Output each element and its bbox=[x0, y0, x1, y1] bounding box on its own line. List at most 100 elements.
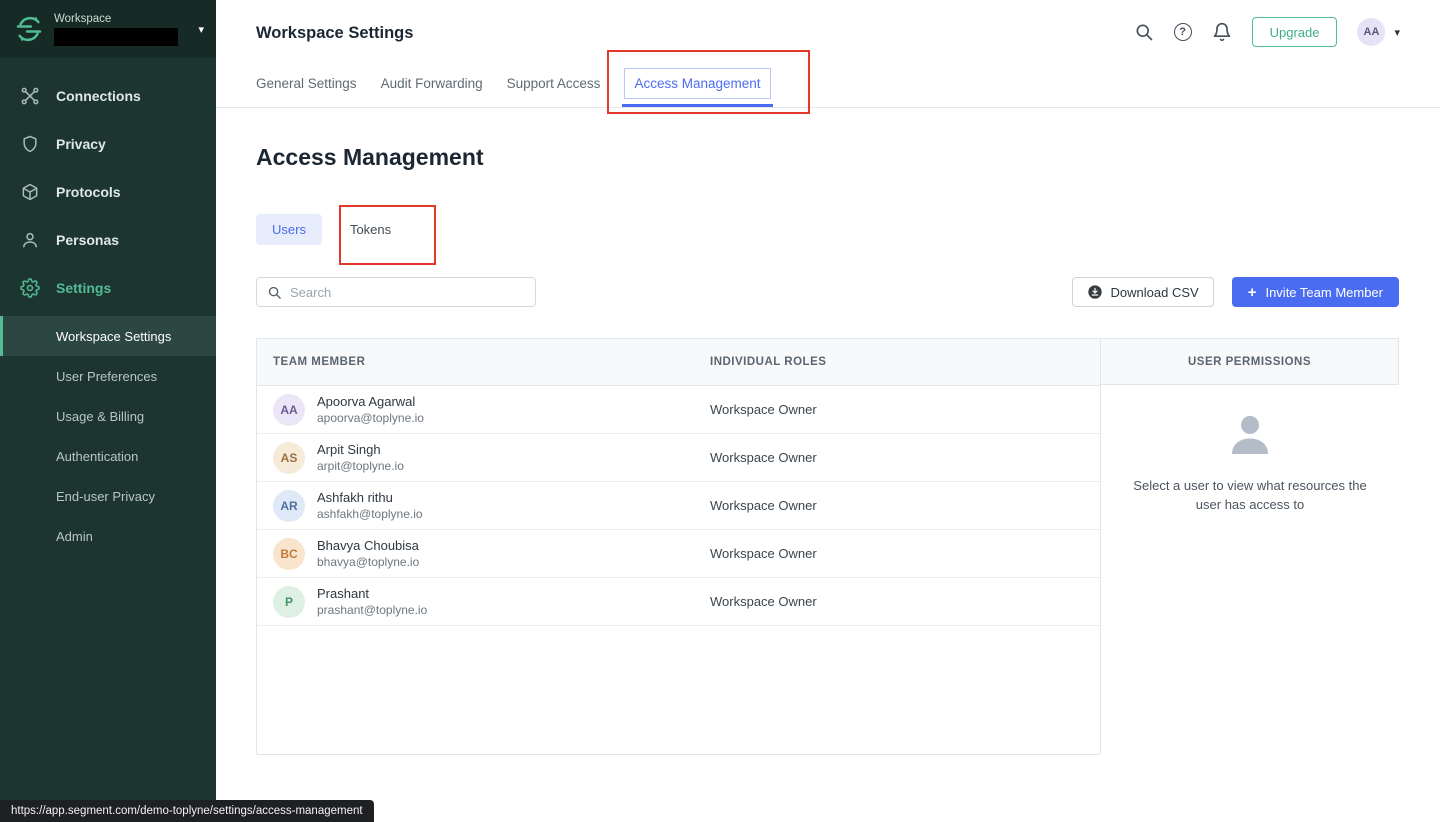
member-name: Bhavya Choubisa bbox=[317, 537, 419, 553]
sidebar-item-label: Settings bbox=[56, 280, 112, 296]
member-name: Apoorva Agarwal bbox=[317, 393, 416, 409]
member-email: arpit@toplyne.io bbox=[317, 458, 404, 473]
avatar: AA bbox=[273, 393, 305, 426]
avatar: AR bbox=[273, 489, 305, 522]
link-preview-statusbar: https://app.segment.com/demo-toplyne/set… bbox=[0, 800, 374, 822]
table-header-row: TEAM MEMBER INDIVIDUAL ROLES bbox=[257, 339, 1100, 386]
segment-logo-icon bbox=[16, 16, 42, 42]
subnav-item-label: Authentication bbox=[56, 448, 139, 464]
plus-icon: + bbox=[1247, 283, 1257, 301]
sidebar-item-label: Personas bbox=[56, 232, 120, 248]
member-role: Workspace Owner bbox=[710, 498, 817, 513]
view-tabs: Users Tokens bbox=[256, 214, 393, 245]
sidebar-item-label: Privacy bbox=[56, 136, 106, 152]
user-avatar: AA bbox=[1357, 18, 1386, 46]
workspace-switcher[interactable]: Workspace ▾ bbox=[0, 0, 216, 58]
member-role: Workspace Owner bbox=[710, 594, 817, 609]
avatar: BC bbox=[273, 537, 305, 570]
invite-label: Invite Team Member bbox=[1265, 284, 1383, 300]
workspace-name-redacted bbox=[54, 28, 178, 46]
user-permissions-header: USER PERMISSIONS bbox=[1101, 338, 1399, 385]
gear-icon bbox=[20, 278, 40, 298]
member-role: Workspace Owner bbox=[710, 546, 817, 561]
member-email: bhavya@toplyne.io bbox=[317, 554, 420, 569]
search-icon[interactable] bbox=[1134, 22, 1154, 42]
connections-icon bbox=[21, 87, 39, 105]
sidebar-item-protocols[interactable]: Protocols bbox=[0, 168, 216, 216]
bell-icon[interactable] bbox=[1212, 22, 1232, 42]
subnav-item-label: End-user Privacy bbox=[56, 488, 155, 504]
sidebar-item-settings[interactable]: Settings bbox=[0, 264, 216, 312]
member-email: apoorva@toplyne.io bbox=[317, 410, 424, 425]
avatar: P bbox=[273, 585, 305, 618]
workspace-label: Workspace bbox=[54, 13, 112, 25]
tab-general-settings[interactable]: General Settings bbox=[256, 68, 357, 99]
sidebar-nav: Connections Privacy Protocols Personas S… bbox=[0, 58, 216, 556]
member-email: prashant@toplyne.io bbox=[317, 602, 428, 617]
subnav-item-usage-billing[interactable]: Usage & Billing bbox=[0, 396, 216, 436]
workspace-caret-down-icon: ▾ bbox=[198, 23, 204, 36]
sidebar: Workspace ▾ Connections Privacy Protocol… bbox=[0, 0, 216, 822]
member-name: Arpit Singh bbox=[317, 441, 381, 457]
user-menu-caret-down-icon: ▾ bbox=[1394, 26, 1400, 39]
member-name: Ashfakh rithu bbox=[317, 489, 393, 505]
list-controls: Download CSV + Invite Team Member bbox=[256, 277, 1399, 307]
subnav-item-label: User Preferences bbox=[56, 368, 158, 384]
table-row[interactable]: AR Ashfakh rithu ashfakh@toplyne.io Work… bbox=[257, 482, 1100, 530]
tab-access-management[interactable]: Access Management bbox=[622, 68, 773, 107]
member-role: Workspace Owner bbox=[710, 450, 817, 465]
tab-users[interactable]: Users bbox=[256, 214, 322, 245]
question-glyph: ? bbox=[1179, 26, 1186, 38]
tab-audit-forwarding[interactable]: Audit Forwarding bbox=[381, 68, 483, 99]
search-icon bbox=[268, 286, 281, 299]
tab-tokens[interactable]: Tokens bbox=[348, 214, 393, 245]
subnav-item-user-preferences[interactable]: User Preferences bbox=[0, 356, 216, 396]
subnav-item-admin[interactable]: Admin bbox=[0, 516, 216, 556]
download-icon bbox=[1087, 285, 1102, 299]
download-csv-button[interactable]: Download CSV bbox=[1071, 277, 1214, 307]
team-members-table: TEAM MEMBER INDIVIDUAL ROLES AA Apoorva … bbox=[256, 338, 1101, 755]
sidebar-item-connections[interactable]: Connections bbox=[0, 72, 216, 120]
member-name: Prashant bbox=[317, 585, 370, 601]
column-header-team-member: TEAM MEMBER bbox=[273, 356, 366, 368]
table-row[interactable]: BC Bhavya Choubisa bhavya@toplyne.io Wor… bbox=[257, 530, 1100, 578]
page-title: Access Management bbox=[256, 144, 484, 170]
sidebar-item-personas[interactable]: Personas bbox=[0, 216, 216, 264]
avatar: AS bbox=[273, 441, 305, 474]
upgrade-button[interactable]: Upgrade bbox=[1251, 17, 1338, 47]
person-silhouette-icon bbox=[1232, 416, 1268, 454]
search-box bbox=[256, 277, 536, 307]
tab-support-access[interactable]: Support Access bbox=[507, 68, 601, 99]
subnav-item-end-user-privacy[interactable]: End-user Privacy bbox=[0, 476, 216, 516]
main-content: Access Management Users Tokens Download … bbox=[216, 108, 1440, 822]
invite-team-member-button[interactable]: + Invite Team Member bbox=[1231, 277, 1399, 307]
subnav-item-workspace-settings[interactable]: Workspace Settings bbox=[0, 316, 216, 356]
member-role: Workspace Owner bbox=[710, 402, 817, 417]
header-tabs: General Settings Audit Forwarding Suppor… bbox=[256, 68, 773, 107]
member-email: ashfakh@toplyne.io bbox=[317, 506, 423, 521]
column-header-individual-roles: INDIVIDUAL ROLES bbox=[710, 356, 827, 368]
protocols-icon bbox=[22, 183, 38, 201]
page-header: Workspace Settings General Settings Audi… bbox=[216, 0, 1440, 108]
header-title: Workspace Settings bbox=[256, 24, 414, 42]
table-row[interactable]: AS Arpit Singh arpit@toplyne.io Workspac… bbox=[257, 434, 1100, 482]
settings-subnav: Workspace Settings User Preferences Usag… bbox=[0, 316, 216, 556]
table-row[interactable]: P Prashant prashant@toplyne.io Workspace… bbox=[257, 578, 1100, 626]
help-icon[interactable]: ? bbox=[1173, 23, 1192, 41]
download-csv-label: Download CSV bbox=[1110, 284, 1199, 300]
header-actions: ? Upgrade AA ▾ bbox=[1134, 17, 1400, 47]
table-row[interactable]: AA Apoorva Agarwal apoorva@toplyne.io Wo… bbox=[257, 386, 1100, 434]
sidebar-item-privacy[interactable]: Privacy bbox=[0, 120, 216, 168]
search-input[interactable] bbox=[290, 284, 525, 300]
subnav-item-label: Admin bbox=[56, 528, 93, 544]
user-permissions-panel: USER PERMISSIONS Select a user to view w… bbox=[1101, 338, 1399, 755]
subnav-item-label: Usage & Billing bbox=[56, 408, 145, 424]
permissions-empty-text: Select a user to view what resources the… bbox=[1133, 478, 1367, 512]
shield-icon bbox=[23, 135, 37, 153]
sidebar-item-label: Protocols bbox=[56, 184, 121, 200]
subnav-item-label: Workspace Settings bbox=[56, 328, 172, 344]
sidebar-item-label: Connections bbox=[56, 88, 141, 104]
user-menu[interactable]: AA ▾ bbox=[1357, 18, 1400, 46]
personas-icon bbox=[23, 232, 37, 248]
subnav-item-authentication[interactable]: Authentication bbox=[0, 436, 216, 476]
